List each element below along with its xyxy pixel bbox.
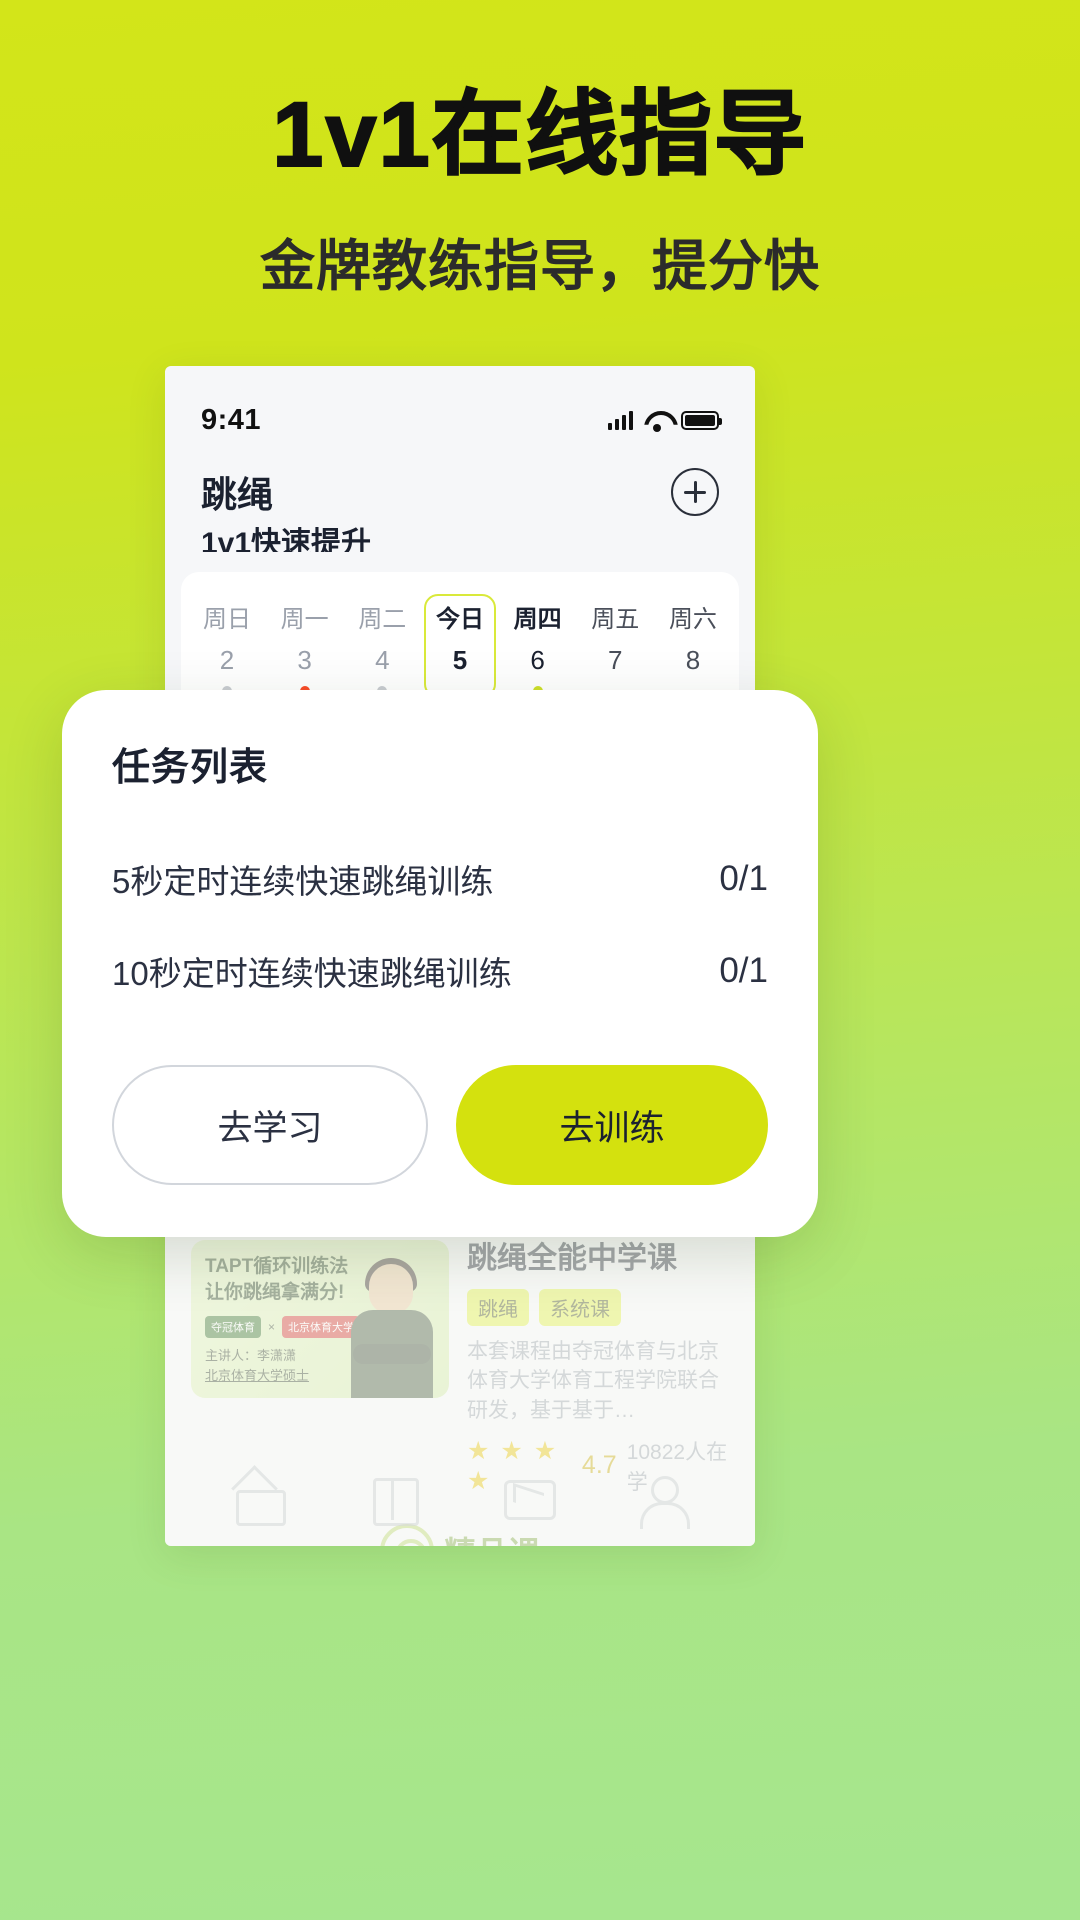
course-thumbnail[interactable]: TAPT循环训练法 让你跳绳拿满分! 夺冠体育 × 北京体育大学 主讲人：李潇潇… <box>191 1240 449 1398</box>
week-day-6[interactable]: 周六 8 <box>657 594 729 698</box>
bottom-tab-bar[interactable] <box>165 1450 755 1546</box>
page-subtitle: 金牌教练指导，提分快 <box>259 235 820 298</box>
instructor-photo <box>339 1252 443 1398</box>
course-tag-0: 跳绳 <box>467 1288 529 1326</box>
book-icon[interactable] <box>365 1470 421 1526</box>
status-time: 9:41 <box>201 403 262 436</box>
hero-banner: 1v1在线指导 金牌教练指导，提分快 <box>0 0 1080 301</box>
app-subtitle: 1v1快速提升 <box>201 527 372 552</box>
day-label: 周一 <box>280 606 329 633</box>
thumbnail-brands: 夺冠体育 × 北京体育大学 <box>205 1316 361 1338</box>
brand-1: 夺冠体育 <box>205 1316 261 1338</box>
go-train-button[interactable]: 去训练 <box>456 1065 768 1185</box>
task-name: 5秒定时连续快速跳绳训练 <box>112 863 494 900</box>
home-icon[interactable] <box>230 1470 287 1526</box>
week-day-5[interactable]: 周五 7 <box>579 594 651 698</box>
modal-title: 任务列表 <box>112 747 269 789</box>
day-label: 周二 <box>358 606 407 633</box>
thumbnail-teacher: 主讲人：李潇潇 北京体育大学硕士 <box>205 1346 309 1385</box>
task-progress: 0/1 <box>719 951 768 990</box>
battery-icon <box>681 410 722 430</box>
week-day-1[interactable]: 周一 3 <box>269 594 341 698</box>
task-name: 10秒定时连续快速跳绳训练 <box>112 955 512 992</box>
day-number: 3 <box>297 645 312 675</box>
app-nav-bar: 跳绳 <box>165 454 755 518</box>
message-icon[interactable] <box>499 1470 557 1526</box>
week-day-4[interactable]: 周四 6 <box>502 594 574 698</box>
day-number: 7 <box>608 645 623 675</box>
day-label: 周五 <box>591 606 640 633</box>
task-row[interactable]: 5秒定时连续快速跳绳训练 0/1 <box>112 833 768 925</box>
thumbnail-headline: TAPT循环训练法 让你跳绳拿满分! <box>205 1254 348 1305</box>
thumbnail-line-1: TAPT循环训练法 <box>205 1256 349 1277</box>
day-number: 6 <box>530 645 545 675</box>
status-bar: 9:41 <box>165 366 755 454</box>
teacher-credential: 北京体育大学硕士 <box>205 1367 310 1383</box>
page-title: 1v1在线指导 <box>271 84 808 186</box>
brand-separator: × <box>268 1320 276 1334</box>
course-title: 跳绳全能中学课 <box>467 1242 677 1275</box>
go-study-button[interactable]: 去学习 <box>112 1065 428 1185</box>
day-label: 今日 <box>435 606 484 633</box>
task-progress: 0/1 <box>719 859 768 898</box>
course-tag-1: 系统课 <box>539 1288 621 1326</box>
app-title: 跳绳 <box>201 474 274 515</box>
day-label: 周四 <box>513 606 562 633</box>
day-label: 周日 <box>203 606 251 633</box>
course-description: 本套课程由夺冠体育与北京体育大学体育工程学院联合研发，基于基于… <box>467 1339 719 1423</box>
cellular-signal-icon <box>607 410 633 430</box>
day-label: 周六 <box>668 606 717 633</box>
plus-circle-icon[interactable] <box>671 468 719 516</box>
day-number: 4 <box>375 645 390 675</box>
day-number: 2 <box>219 645 235 675</box>
task-list: 5秒定时连续快速跳绳训练 0/1 10秒定时连续快速跳绳训练 0/1 <box>112 833 768 1017</box>
thumbnail-line-2: 让你跳绳拿满分! <box>205 1281 345 1303</box>
week-day-today[interactable]: 今日 5 <box>423 594 496 699</box>
teacher-name: 主讲人：李潇潇 <box>205 1348 297 1363</box>
task-list-modal: 任务列表 5秒定时连续快速跳绳训练 0/1 10秒定时连续快速跳绳训练 0/1 … <box>62 690 818 1237</box>
day-number: 5 <box>452 645 468 675</box>
day-number: 8 <box>685 645 701 675</box>
week-day-0[interactable]: 周日 2 <box>191 594 263 698</box>
task-row[interactable]: 10秒定时连续快速跳绳训练 0/1 <box>112 925 768 1017</box>
week-day-2[interactable]: 周二 4 <box>346 594 418 698</box>
user-icon[interactable] <box>634 1470 690 1529</box>
course-tags: 跳绳 系统课 <box>467 1288 729 1326</box>
wifi-icon <box>644 411 670 432</box>
